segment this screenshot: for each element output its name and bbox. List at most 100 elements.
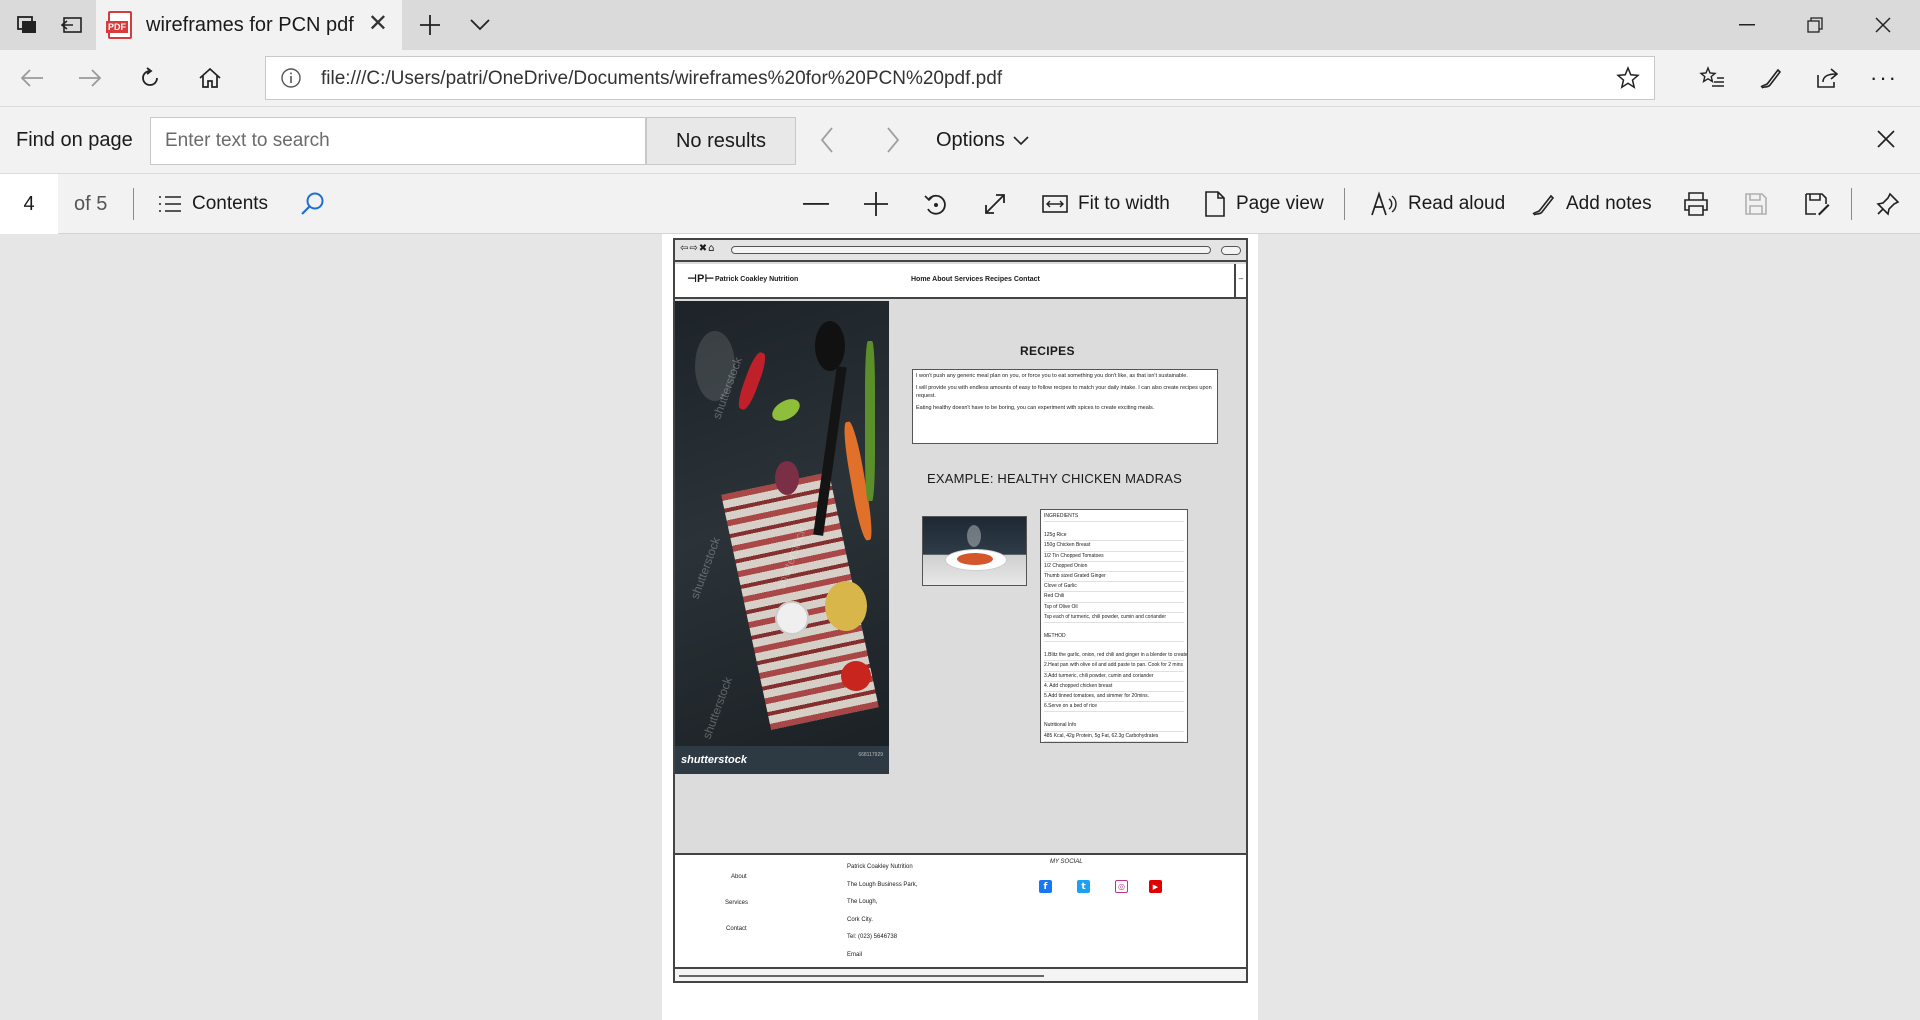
arrow-left-icon [20,69,43,87]
pdf-toolbar: 4 of 5 Contents Fit to width Page view R… [0,174,1920,234]
favorite-star-icon[interactable] [1616,66,1640,90]
share-icon [1817,68,1839,88]
rotate-icon [924,194,946,215]
page-view-button[interactable]: Page view [1204,174,1324,234]
tab-close-icon[interactable]: ✕ [368,12,388,36]
tab-active[interactable]: PDF wireframes for PCN pdf ✕ [96,0,402,50]
address-line: Tel: (023) 5646738 [847,934,898,940]
home-icon [199,67,221,88]
wireframe-search-pill [1221,246,1241,255]
page-total: of 5 [74,193,108,215]
title-bar: PDF wireframes for PCN pdf ✕ [0,0,1920,50]
pin-toolbar-button[interactable] [1876,174,1900,234]
method-step: 1.Blitz the garlic, onion, red chili and… [1044,651,1187,662]
tab-actions-icon [17,16,36,33]
find-input[interactable] [150,117,646,165]
set-aside-tabs-button[interactable] [52,0,92,50]
wireframe-header: ⊣P⊢ Patrick Coakley Nutrition Home About… [675,264,1246,299]
save-disk-icon [1745,193,1767,215]
method-step: 3.Add turmeric, chili powder, cumin and … [1044,672,1184,682]
footer-link-contact: Contact [726,926,747,932]
zoom-out-button[interactable] [803,174,829,234]
rotate-button[interactable] [923,174,949,234]
print-button[interactable] [1683,174,1709,234]
ingredient-item: 125g Rice [1044,531,1184,542]
ingredient-item: Clove of Garlic [1044,582,1184,593]
address-line: The Lough, [847,899,878,905]
restore-icon [1807,17,1823,33]
address-line: Patrick Coakley Nutrition [847,864,913,870]
wireframe-scrollbar: – [1234,264,1246,299]
find-options-label: Options [936,129,1005,151]
wireframe-example-title: EXAMPLE: HEALTHY CHICKEN MADRAS [927,471,1182,486]
find-options-dropdown[interactable]: Options [936,129,1029,152]
photo-salt-shaker [775,601,809,635]
more-menu-button[interactable]: ··· [1862,58,1906,98]
wireframe-recipes-title: RECIPES [1020,344,1075,358]
wireframe-dish-photo [922,516,1027,586]
address-line: The Lough Business Park, [847,881,918,888]
contents-button[interactable]: Contents [158,174,268,234]
ingredient-item: 150g Chicken Breast [1044,541,1184,552]
ingredient-item: 1/2 Chopped Onion [1044,562,1184,573]
fit-to-width-label: Fit to width [1078,193,1170,214]
more-dots-icon: ··· [1870,65,1898,90]
find-next-button[interactable] [884,125,902,160]
close-icon [1877,130,1895,148]
fit-width-icon [1042,195,1068,213]
photo-herbs [865,341,875,501]
page-number-input[interactable]: 4 [0,174,58,234]
add-notes-label: Add notes [1566,193,1652,214]
wireframe-hero-photo: shutterstock shutterstock shutterstock s… [675,301,889,774]
tab-title: wireframes for PCN pdf [146,13,354,36]
ingredient-item: Tsp each of turmeric, chili powder, cumi… [1044,613,1184,624]
read-aloud-button[interactable]: Read aloud [1370,174,1505,234]
chevron-down-icon [470,19,490,31]
close-window-button[interactable] [1850,0,1916,50]
restore-button[interactable] [1782,0,1848,50]
share-button[interactable] [1806,58,1850,98]
photo-footer-strip: shutterstock 668117929 [675,746,889,774]
method-step: 2.Heat pan with olive oil and add paste … [1044,661,1184,672]
fullscreen-button[interactable] [983,174,1007,234]
method-heading: METHOD [1044,632,1184,643]
minimize-icon [1739,24,1755,26]
tab-actions-button[interactable] [8,0,48,50]
find-previous-button[interactable] [818,125,836,160]
fit-to-width-button[interactable]: Fit to width [1042,174,1170,234]
notes-button[interactable] [1748,58,1792,98]
zoom-in-button[interactable] [863,174,889,234]
nutrition-info: 485 Kcal, 42g Protein, 5g Fat, 62.3g Car… [1044,732,1184,742]
refresh-button[interactable] [128,58,172,98]
save-as-button[interactable] [1804,174,1830,234]
photo-watermark: shutterstock [687,535,723,601]
instagram-icon: ◎ [1115,880,1128,893]
pdf-viewer[interactable]: ⇦⇨✖⌂ ⊣P⊢ Patrick Coakley Nutrition Home … [0,234,1920,1020]
find-close-button[interactable] [1876,129,1896,154]
minimize-button[interactable] [1714,0,1780,50]
forward-button[interactable] [68,58,112,98]
save-button[interactable] [1744,174,1768,234]
wireframe-footer: About Services Contact Patrick Coakley N… [675,853,1246,967]
pen-icon [1532,194,1555,216]
favorites-button[interactable] [1690,58,1734,98]
chevron-left-icon [820,127,833,153]
back-button[interactable] [10,58,54,98]
page-icon [1205,191,1225,217]
add-notes-button[interactable]: Add notes [1530,174,1652,234]
arrow-right-icon [79,69,102,87]
photo-leaf [768,394,804,426]
tab-list-button[interactable] [458,0,502,50]
address-bar[interactable]: file:///C:/Users/patri/OneDrive/Document… [265,56,1655,100]
chevron-right-icon [887,127,900,153]
new-tab-button[interactable] [408,0,452,50]
home-button[interactable] [188,58,232,98]
search-button[interactable] [300,174,326,234]
toolbar-divider [1344,188,1345,220]
twitter-icon: t [1077,880,1090,893]
info-icon[interactable] [280,67,302,89]
